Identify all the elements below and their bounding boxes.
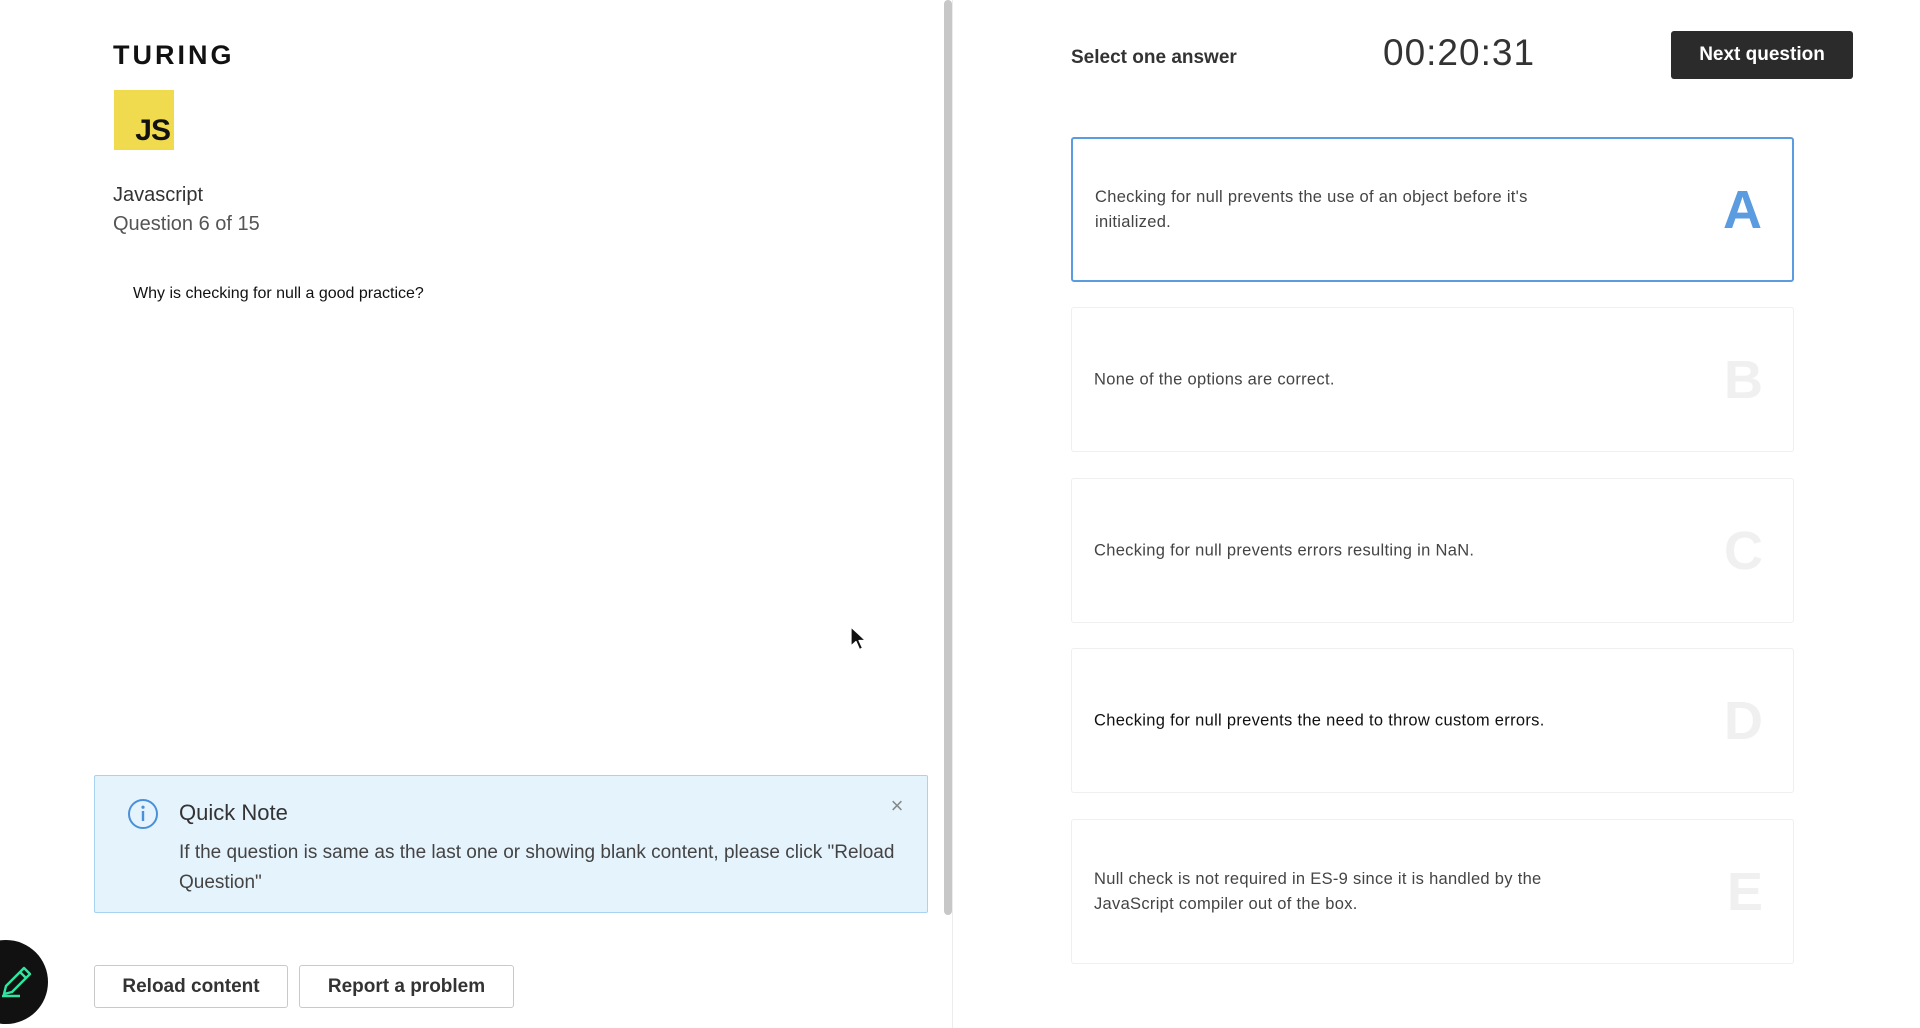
- answer-option-text: Checking for null prevents the need to t…: [1094, 711, 1545, 729]
- pane-scrollbar[interactable]: [944, 0, 952, 915]
- answer-option-c[interactable]: Checking for null prevents errors result…: [1071, 478, 1794, 623]
- edit-fab-button[interactable]: [0, 940, 48, 1024]
- pane-divider: [952, 0, 953, 1028]
- quick-note-body: If the question is same as the last one …: [179, 842, 895, 893]
- assessment-page: TURING JS Javascript Question 6 of 15 Wh…: [0, 0, 1920, 1028]
- javascript-badge: JS: [114, 90, 174, 150]
- answer-option-text: None of the options are correct.: [1094, 370, 1335, 388]
- answer-option-letter: C: [1724, 520, 1763, 581]
- reload-content-button[interactable]: Reload content: [94, 965, 288, 1008]
- javascript-badge-label: JS: [135, 114, 171, 147]
- question-pane: TURING JS Javascript Question 6 of 15 Wh…: [0, 0, 940, 1028]
- question-counter: Question 6 of 15: [113, 213, 260, 235]
- answer-option-letter: D: [1724, 690, 1763, 751]
- answer-option-letter: B: [1724, 349, 1763, 410]
- answer-option-letter: A: [1723, 179, 1762, 240]
- question-text: Why is checking for null a good practice…: [133, 285, 424, 302]
- question-subject: Javascript: [113, 184, 204, 206]
- turing-logo: TURING: [113, 40, 235, 70]
- answer-option-d[interactable]: Checking for null prevents the need to t…: [1071, 648, 1794, 793]
- answer-option-e[interactable]: Null check is not required in ES-9 since…: [1071, 819, 1794, 964]
- info-icon: [128, 799, 158, 829]
- mouse-cursor-icon: [850, 626, 867, 651]
- quick-note-title: Quick Note: [179, 800, 288, 825]
- next-question-button[interactable]: Next question: [1671, 31, 1853, 79]
- answer-option-text: Checking for null prevents the use of an…: [1095, 187, 1528, 231]
- countdown-timer: 00:20:31: [1383, 32, 1536, 73]
- answer-option-b[interactable]: None of the options are correct. B: [1071, 307, 1794, 452]
- answer-option-text: Null check is not required in ES-9 since…: [1094, 869, 1542, 913]
- quick-note-banner: Quick Note If the question is same as th…: [94, 775, 928, 913]
- answer-option-a[interactable]: Checking for null prevents the use of an…: [1071, 137, 1794, 282]
- answer-option-letter: E: [1726, 861, 1763, 922]
- answer-option-text: Checking for null prevents errors result…: [1094, 541, 1475, 559]
- report-problem-button[interactable]: Report a problem: [299, 965, 514, 1008]
- answer-instruction: Select one answer: [1071, 47, 1237, 68]
- pencil-icon: [2, 966, 32, 998]
- close-icon[interactable]: ×: [887, 795, 907, 817]
